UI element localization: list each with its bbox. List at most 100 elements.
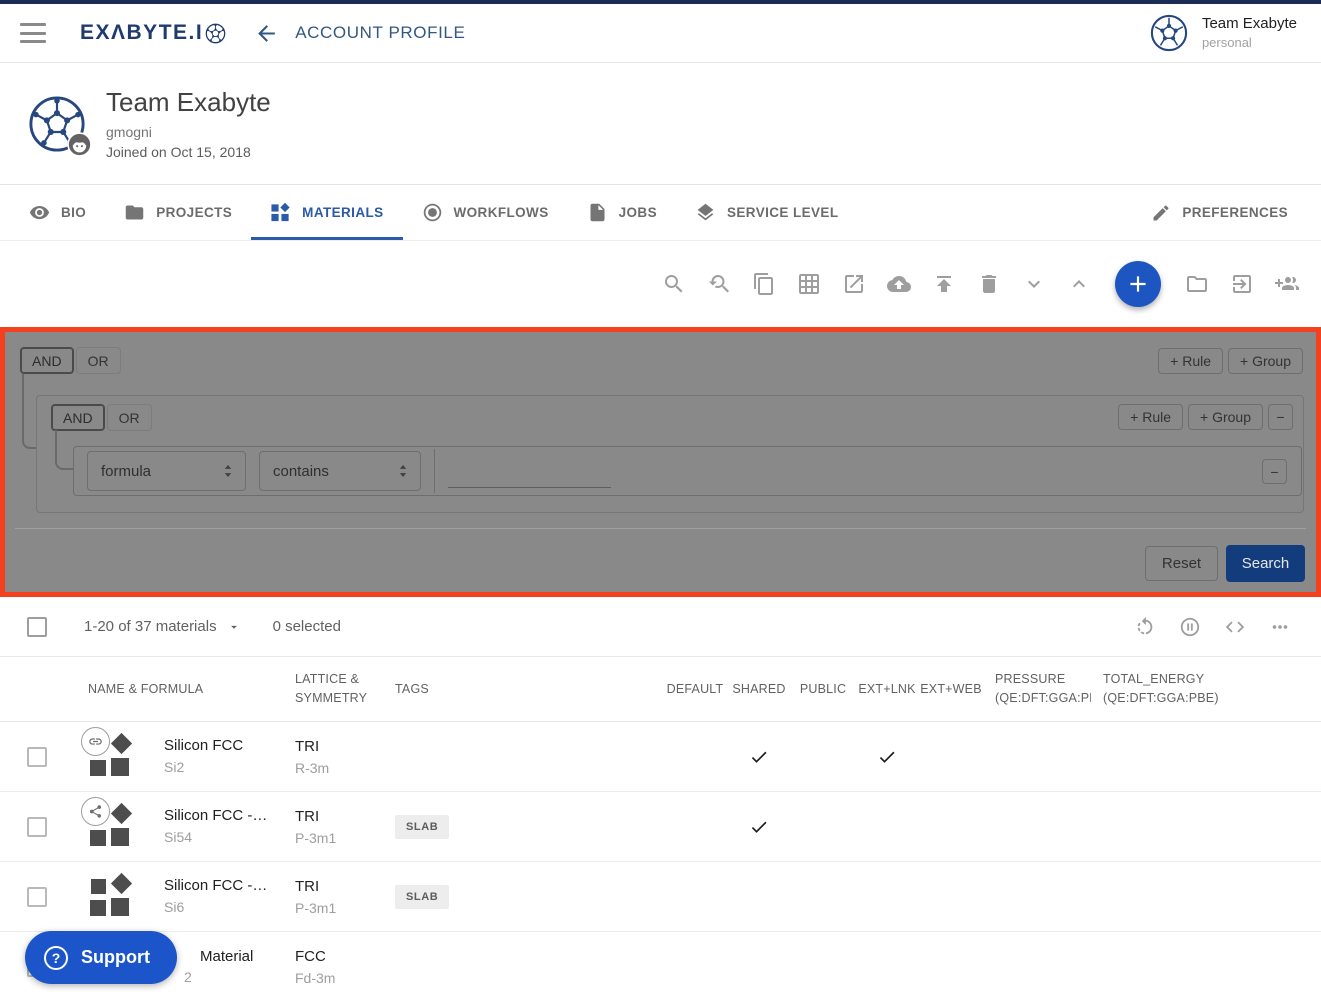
checkmark-icon (749, 817, 769, 837)
row-checkbox[interactable] (27, 817, 47, 837)
search-button[interactable]: Search (1226, 545, 1305, 582)
tab-bio[interactable]: BIO (10, 185, 105, 240)
inner-remove-group-button[interactable]: − (1268, 404, 1293, 430)
col-ext-web[interactable]: EXT+WEB (919, 682, 983, 696)
material-formula: Si6 (164, 900, 272, 915)
face-badge-icon (67, 132, 92, 157)
support-button[interactable]: ? Support (25, 931, 177, 984)
pause-circle-icon[interactable] (1179, 616, 1201, 638)
reset-button[interactable]: Reset (1145, 546, 1218, 581)
col-lattice-symmetry[interactable]: LATTICE & SYMMETRY (272, 670, 364, 709)
list-controls: 1-20 of 37 materials 0 selected (0, 597, 1321, 657)
chevron-up-icon[interactable] (1067, 272, 1091, 296)
symmetry-group: R-3m (295, 760, 372, 776)
query-builder: AND OR + Rule + Group AND OR + Rule + Gr… (0, 327, 1321, 597)
material-name: Material (200, 949, 272, 966)
tag-chip[interactable]: SLAB (395, 815, 449, 839)
material-row[interactable]: Material 2 FCC Fd-3m (0, 932, 1321, 1002)
material-name: Silicon FCC -… (164, 808, 272, 825)
material-icon (88, 875, 134, 919)
open-in-new-icon[interactable] (842, 272, 866, 296)
more-icon[interactable] (1269, 616, 1291, 638)
select-all-checkbox[interactable] (27, 617, 47, 637)
col-ext-lnk[interactable]: EXT+LNK (855, 682, 919, 696)
outer-add-rule-button[interactable]: + Rule (1158, 348, 1223, 374)
material-row[interactable]: Silicon FCC Si2 TRI R-3m (0, 722, 1321, 792)
inner-andor-toggle: AND OR (51, 404, 152, 431)
tab-projects[interactable]: PROJECTS (105, 185, 251, 240)
outer-add-group-button[interactable]: + Group (1228, 348, 1303, 374)
tab-projects-label: PROJECTS (156, 205, 232, 220)
col-name-formula[interactable]: NAME & FORMULA (64, 682, 272, 696)
radio-checked-icon (422, 202, 443, 223)
grid-icon[interactable] (797, 272, 821, 296)
col-pressure[interactable]: PRESSURE (QE:DFT:GGA:PBE) (983, 670, 1091, 708)
col-total-energy[interactable]: TOTAL_ENERGY (QE:DFT:GGA:PBE) (1091, 670, 1241, 708)
appbar-user-name[interactable]: Team Exabyte (1202, 14, 1297, 34)
row-checkbox[interactable] (27, 887, 47, 907)
col-public[interactable]: PUBLIC (791, 682, 855, 696)
hamburger-menu-icon[interactable] (20, 23, 46, 43)
col-shared[interactable]: SHARED (727, 682, 791, 696)
tab-preferences-label: PREFERENCES (1182, 205, 1288, 220)
material-row[interactable]: Silicon FCC -… Si6 TRI P-3m1 SLAB (0, 862, 1321, 932)
col-tags[interactable]: TAGS (372, 682, 663, 696)
code-icon[interactable] (1224, 616, 1246, 638)
group-add-icon[interactable] (1275, 272, 1299, 296)
symmetry-group: P-3m1 (295, 830, 372, 846)
inner-add-rule-button[interactable]: + Rule (1118, 404, 1183, 430)
inner-or-button[interactable]: OR (107, 404, 152, 431)
query-footer-divider (15, 528, 1306, 529)
symmetry-group: P-3m1 (295, 900, 372, 916)
pagination-range-label: 1-20 of 37 materials (84, 618, 217, 635)
chevron-down-icon[interactable] (1022, 272, 1046, 296)
upload-icon[interactable] (932, 272, 956, 296)
rule-operator-select[interactable]: contains (259, 451, 421, 491)
add-material-button[interactable] (1115, 261, 1161, 307)
tab-service-level[interactable]: SERVICE LEVEL (676, 185, 857, 240)
pagination-range[interactable]: 1-20 of 37 materials (84, 618, 241, 635)
material-row[interactable]: Silicon FCC -… Si54 TRI P-3m1 SLAB (0, 792, 1321, 862)
tab-preferences[interactable]: PREFERENCES (1132, 185, 1307, 240)
materials-toolbar (0, 241, 1321, 327)
material-formula: Si2 (164, 760, 272, 775)
folder-icon[interactable] (1185, 272, 1209, 296)
back-arrow-icon[interactable] (254, 21, 279, 46)
import-icon[interactable] (1230, 272, 1254, 296)
outer-and-button[interactable]: AND (20, 347, 74, 374)
copy-icon[interactable] (752, 272, 776, 296)
lattice-type: TRI (295, 878, 372, 895)
exabyte-logo[interactable]: EXΛBYTE.I (80, 21, 226, 45)
rule-field-select[interactable]: formula (87, 451, 246, 491)
row-checkbox[interactable] (27, 747, 47, 767)
rule-value-input[interactable] (448, 454, 611, 488)
sort-arrows-icon (219, 462, 237, 480)
tab-workflows-label: WORKFLOWS (454, 205, 549, 220)
layers-icon (695, 202, 716, 223)
delete-icon[interactable] (977, 272, 1001, 296)
col-default[interactable]: DEFAULT (663, 682, 727, 696)
tab-materials[interactable]: MATERIALS (251, 185, 402, 240)
profile-name: Team Exabyte (106, 87, 271, 118)
outer-or-button[interactable]: OR (76, 347, 121, 374)
appbar-user-context: personal (1202, 34, 1297, 52)
saved-search-icon[interactable] (707, 272, 731, 296)
profile-tabs: BIO PROJECTS MATERIALS WORKFLOWS JOBS SE… (0, 185, 1321, 241)
query-rule: formula contains − (73, 446, 1302, 496)
tab-workflows[interactable]: WORKFLOWS (403, 185, 568, 240)
rule-remove-button[interactable]: − (1262, 459, 1287, 484)
search-icon[interactable] (662, 272, 686, 296)
tab-jobs[interactable]: JOBS (568, 185, 676, 240)
refresh-icon[interactable] (1134, 616, 1156, 638)
material-icon (88, 735, 134, 779)
user-avatar[interactable] (1150, 14, 1188, 52)
inner-add-group-button[interactable]: + Group (1188, 404, 1263, 430)
inner-and-button[interactable]: AND (51, 404, 105, 431)
tag-chip[interactable]: SLAB (395, 885, 449, 909)
profile-avatar (28, 95, 86, 153)
cloud-upload-icon[interactable] (887, 272, 911, 296)
outer-andor-toggle: AND OR (20, 347, 121, 374)
tree-connector (55, 430, 73, 470)
folder-icon (124, 202, 145, 223)
lattice-type: TRI (295, 808, 372, 825)
